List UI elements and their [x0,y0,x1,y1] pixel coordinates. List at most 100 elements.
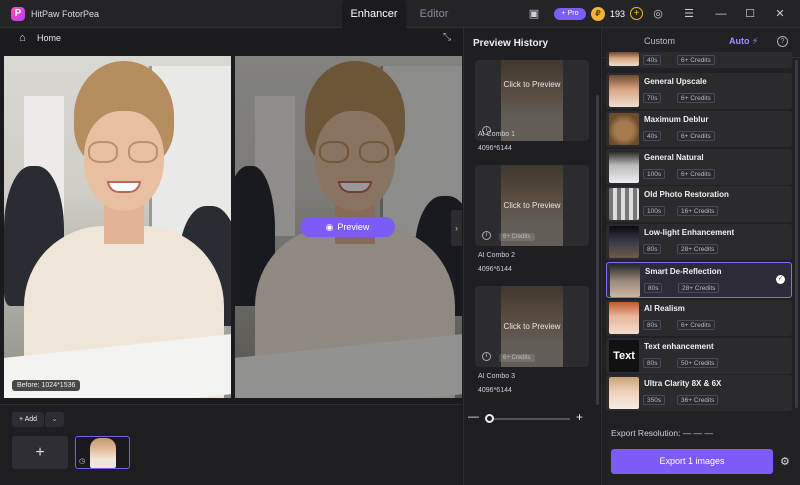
app-name: HitPaw FotorPea [31,9,100,19]
history-name: AI Combo 2 [478,252,515,259]
close-icon[interactable]: ✕ [773,7,787,21]
model-credits: 16+ Credits [677,206,719,216]
add-image-tile[interactable]: + [12,436,68,469]
model-time: 80s [643,358,662,368]
model-name: General Natural [644,153,704,162]
history-card[interactable]: Click to Preview i [475,60,589,141]
info-icon[interactable]: i [482,231,491,240]
chat-icon[interactable]: ▣ [527,7,541,21]
zoom-out-button[interactable]: — [468,411,479,423]
preview-button[interactable]: ◉ Preview [300,217,395,237]
export-resolution: Export Resolution: — — — [611,428,714,438]
credits-badge: 6+ Credits [499,233,535,241]
before-image [4,56,231,398]
model-name: Smart De-Reflection [645,267,722,276]
pro-badge[interactable]: + Pro [554,8,586,20]
history-size: 4096*6144 [478,145,512,152]
info-icon[interactable]: i [482,352,491,361]
model-thumbnail [609,377,639,409]
coin-count: 193 [610,9,626,19]
tab-custom[interactable]: Custom [644,36,675,46]
model-thumbnail: Text [609,340,639,372]
tab-auto[interactable]: Auto ⚡ [729,36,758,47]
tab-enhancer[interactable]: Enhancer [342,0,406,28]
model-credits: 28+ Credits [678,283,720,293]
before-resolution-label: Before: 1024*1536 [12,380,81,391]
check-icon: ✓ [776,275,785,284]
minimize-icon[interactable]: — [714,7,728,21]
model-credits: 50+ Credits [677,358,719,368]
zoom-slider-handle[interactable] [485,414,494,423]
model-thumbnail [610,265,640,297]
add-dropdown-icon[interactable]: ⌄ [44,412,64,427]
model-item[interactable]: Ultra Clarity 8X & 6X 350s 36+ Credits [606,375,792,411]
model-scrollbar[interactable] [795,60,798,408]
model-name: General Upscale [644,77,707,86]
model-credits: 28+ Credits [677,244,719,254]
model-name: Maximum Deblur [644,115,709,124]
model-thumbnail [609,75,639,107]
gear-icon[interactable]: ⚙ [780,455,790,468]
app-logo-icon: P [11,7,25,21]
history-size: 4096*6144 [478,266,512,273]
model-item[interactable]: Low-light Enhancement 80s 28+ Credits [606,224,792,260]
export-button[interactable]: Export 1 images [611,449,773,474]
model-time: 100s [643,206,666,216]
model-thumbnail [609,302,639,334]
model-credits: 6+ Credits [677,320,715,330]
menu-icon[interactable]: ☰ [682,7,696,21]
history-scrollbar[interactable] [596,95,599,405]
model-item[interactable]: General Upscale 70s 6+ Credits [606,73,792,109]
model-name: Text enhancement [644,342,714,351]
model-credits: 6+ Credits [677,55,715,65]
history-title: Preview History [473,38,549,49]
home-link[interactable]: Home [37,33,61,43]
history-name: AI Combo 1 [478,131,515,138]
user-icon[interactable]: ◎ [651,7,665,21]
model-time: 80s [644,283,663,293]
home-icon[interactable]: ⌂ [19,32,26,44]
model-name: Ultra Clarity 8X & 6X [644,379,722,388]
image-strip [0,404,462,485]
model-item-partial[interactable]: 40s 6+ Credits [606,52,792,68]
model-thumbnail [609,151,639,183]
model-name: Old Photo Restoration [644,190,729,199]
add-coin-icon[interactable]: + [630,7,643,20]
preview-label: Preview [337,222,370,232]
model-time: 40s [643,131,662,141]
zoom-in-button[interactable]: + [576,410,583,424]
image-thumbnail[interactable]: ◷ [75,436,130,469]
history-size: 4096*6144 [478,387,512,394]
model-thumbnail [609,52,639,66]
model-item[interactable]: Maximum Deblur 40s 6+ Credits [606,111,792,147]
history-name: AI Combo 3 [478,373,515,380]
model-item[interactable]: Old Photo Restoration 100s 16+ Credits [606,186,792,222]
model-credits: 6+ Credits [677,169,715,179]
model-item[interactable]: General Natural 100s 6+ Credits [606,149,792,185]
add-button[interactable]: + Add [12,412,44,427]
model-time: 100s [643,169,666,179]
model-item[interactable]: AI Realism 80s 6+ Credits [606,300,792,336]
history-card[interactable]: Click to Preview i 6+ Credits [475,286,589,367]
coin-icon: ₽ [591,7,605,21]
help-icon[interactable]: ? [777,36,788,47]
maximize-icon[interactable]: ☐ [743,7,757,21]
model-time: 350s [643,395,666,405]
model-time: 40s [643,55,662,65]
expand-panel-arrow-icon[interactable]: › [451,210,462,246]
click-to-preview-label: Click to Preview [503,201,561,210]
model-credits: 6+ Credits [677,131,715,141]
model-item[interactable]: Smart De-Reflection 80s 28+ Credits ✓ [606,262,792,298]
history-card[interactable]: Click to Preview i 6+ Credits [475,165,589,246]
tab-editor[interactable]: Editor [406,0,462,28]
compare-toggle-icon[interactable]: ⤡ [443,32,451,43]
model-credits: 6+ Credits [677,93,715,103]
model-time: 70s [643,93,662,103]
model-item[interactable]: Text Text enhancement 80s 50+ Credits [606,338,792,374]
eye-icon: ◉ [325,222,334,232]
model-name: AI Realism [644,304,685,313]
click-to-preview-label: Click to Preview [503,322,561,331]
zoom-slider[interactable] [486,418,570,420]
model-time: 80s [643,244,662,254]
click-to-preview-label: Click to Preview [503,80,561,89]
